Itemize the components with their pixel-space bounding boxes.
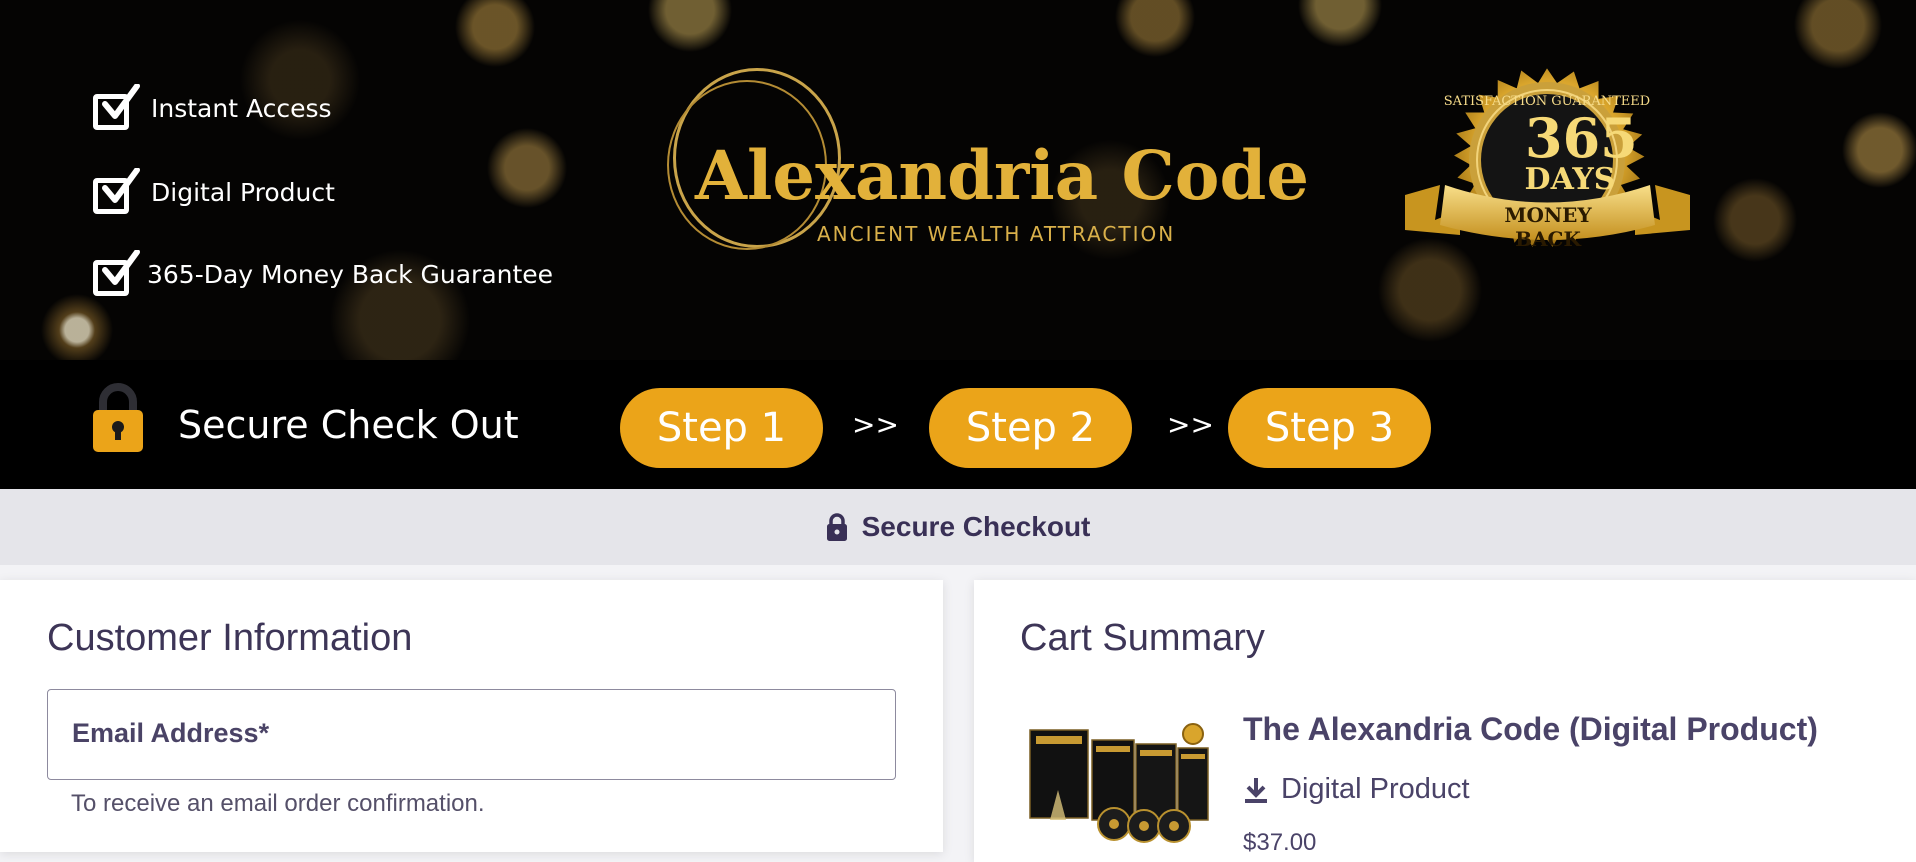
alexandria-code-logo: Alexandria Code ANCIENT WEALTH ATTRACTIO… [660, 60, 1309, 260]
lock-icon [826, 513, 847, 541]
checkbox-checked-icon [93, 250, 140, 296]
product-image [1029, 723, 1209, 843]
product-price: $37.00 [1243, 829, 1317, 856]
customer-information-title: Customer Information [47, 617, 413, 659]
cart-summary-title: Cart Summary [1020, 617, 1265, 659]
download-icon [1245, 777, 1267, 803]
step-separator: >> [1167, 408, 1214, 441]
secure-check-out-label: Secure Check Out [178, 403, 519, 447]
seal-money-back: MONEY BACK [1504, 203, 1592, 251]
feature-label: Digital Product [151, 177, 335, 207]
feature-instant-access: Instant Access [93, 84, 332, 130]
feature-label: Instant Access [151, 93, 332, 123]
email-field[interactable]: Email Address* [47, 689, 896, 780]
email-help-text: To receive an email order confirmation. [71, 790, 485, 817]
logo-subtitle: ANCIENT WEALTH ATTRACTION [817, 222, 1176, 246]
step-2-button[interactable]: Step 2 [929, 388, 1132, 468]
feature-digital-product: Digital Product [93, 168, 335, 214]
email-field-label: Email Address* [72, 718, 270, 748]
step-3-button[interactable]: Step 3 [1228, 388, 1431, 468]
secure-checkout-bar: Secure Checkout [0, 489, 1916, 565]
padlock-icon [93, 383, 143, 452]
product-name: The Alexandria Code (Digital Product) [1243, 711, 1818, 747]
secure-checkout-label: Secure Checkout [861, 511, 1091, 542]
feature-label: 365-Day Money Back Guarantee [147, 259, 554, 289]
checkout-banner: Instant Access Digital Product 365-Day M… [0, 0, 1916, 489]
step-separator: >> [852, 408, 899, 441]
seal-days-number: 365 [1525, 106, 1638, 170]
product-type: Digital Product [1243, 773, 1470, 806]
logo-title: Alexandria Code [695, 136, 1309, 215]
checkbox-checked-icon [93, 168, 140, 214]
feature-money-back: 365-Day Money Back Guarantee [93, 250, 554, 296]
product-type-label: Digital Product [1281, 773, 1470, 805]
checkbox-checked-icon [93, 84, 140, 130]
step-1-button[interactable]: Step 1 [620, 388, 823, 468]
seal-days-word: DAYS [1524, 162, 1616, 197]
